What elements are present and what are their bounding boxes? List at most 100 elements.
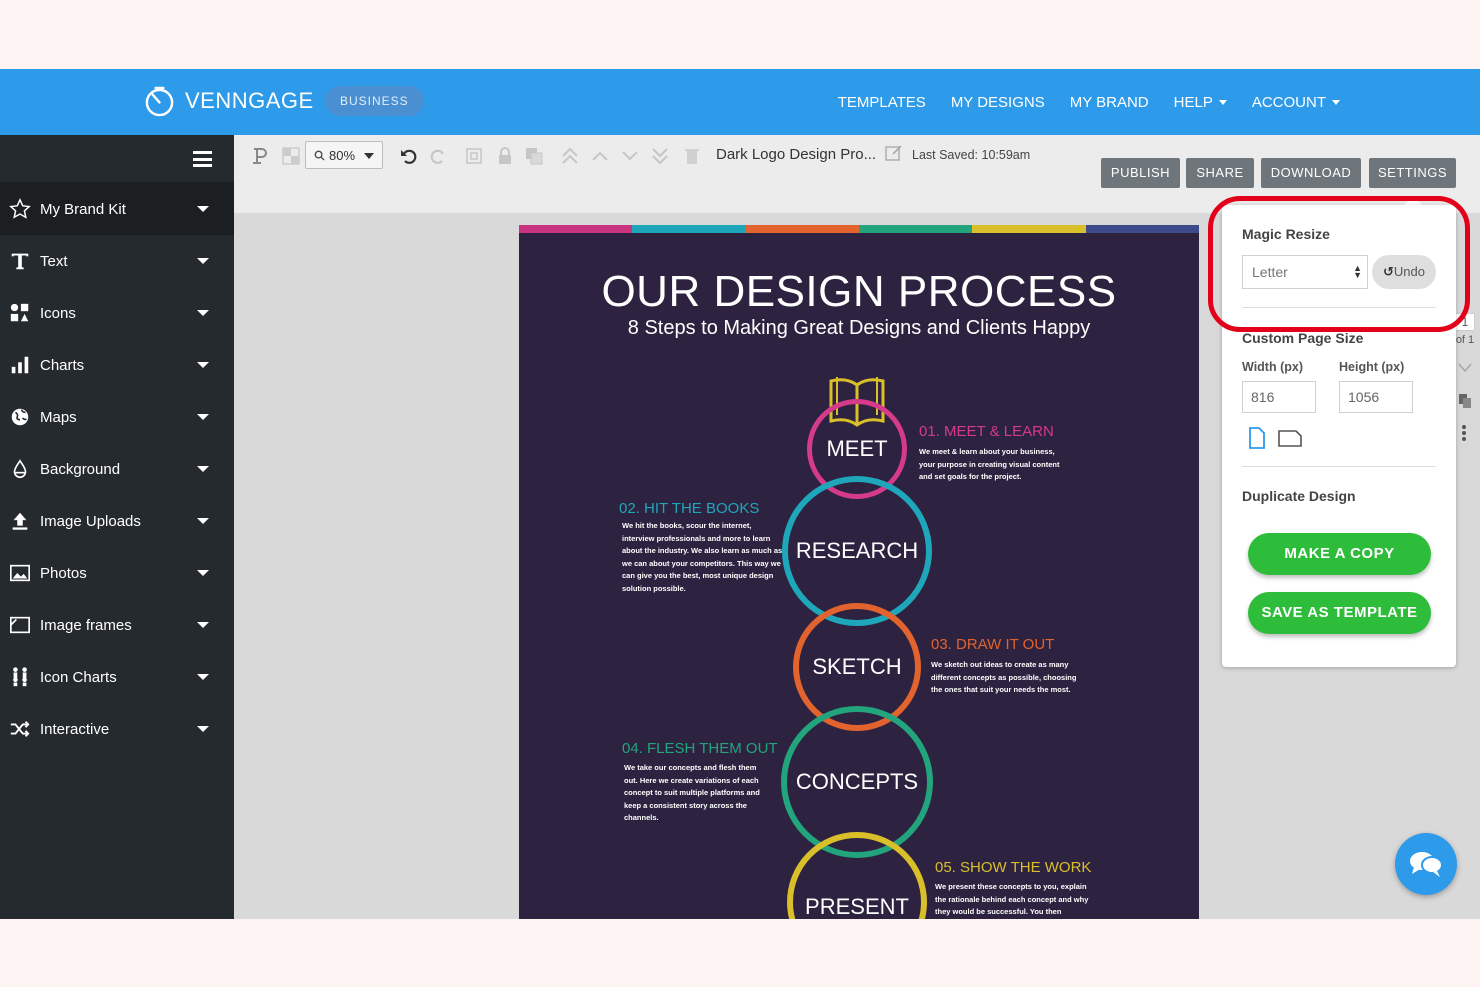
sidebar-item-text[interactable]: Text: [0, 235, 234, 287]
step-word: PRESENT: [805, 894, 909, 919]
crop-icon[interactable]: [463, 145, 485, 167]
document-title[interactable]: Dark Logo Design Pro...: [716, 146, 876, 163]
sidebar-item-icon-charts[interactable]: Icon Charts: [0, 651, 234, 703]
chevron-down-icon: [197, 362, 209, 368]
custom-page-size-label: Custom Page Size: [1242, 330, 1364, 346]
step-text-line: they would be successful. You then: [935, 907, 1062, 916]
stripe-segment: [745, 225, 859, 233]
step-description[interactable]: We hit the books, scour the internet, in…: [622, 520, 782, 595]
paint-drop-icon: [9, 458, 31, 480]
duplicate-design-label: Duplicate Design: [1242, 488, 1356, 504]
chevron-down-icon: [1218, 100, 1227, 106]
step-text-line: interview professionals and more to lear…: [622, 533, 771, 543]
stripe-segment: [858, 225, 973, 233]
step-text-line: and set goals for the project.: [919, 472, 1022, 481]
sidebar-item-my-brand-kit[interactable]: My Brand Kit: [0, 183, 234, 235]
send-to-back-icon[interactable]: [649, 145, 671, 167]
plan-badge: BUSINESS: [325, 86, 424, 116]
edit-title-icon[interactable]: [883, 142, 905, 164]
undo-icon[interactable]: [398, 145, 420, 167]
step-text-line: your purpose in creating visual content: [919, 459, 1060, 469]
venngage-logo-icon[interactable]: [144, 86, 175, 117]
sidebar-item-icons[interactable]: Icons: [0, 287, 234, 339]
paragraph-icon[interactable]: [249, 145, 271, 167]
nav-help[interactable]: HELP: [1174, 94, 1227, 111]
sidebar-item-image-uploads[interactable]: Image Uploads: [0, 495, 234, 547]
step-text-line: the rationale behind each concept and wh…: [935, 894, 1089, 904]
step-word: MEET: [826, 436, 888, 461]
portrait-orientation-icon[interactable]: [1248, 427, 1266, 449]
page-duplicate-icon[interactable]: [1458, 393, 1472, 409]
step-circle-present[interactable]: PRESENT: [787, 832, 927, 919]
chevron-down-icon: [197, 206, 209, 212]
step-text-line: We meet & learn about your business,: [919, 447, 1055, 456]
sidebar-item-label: Image Uploads: [40, 512, 141, 530]
step-text-line: can give you the best, most unique desig…: [622, 571, 774, 580]
settings-button[interactable]: SETTINGS: [1369, 158, 1456, 188]
sidebar-item-label: Charts: [40, 356, 85, 374]
step-description[interactable]: We present these concepts to you, explai…: [935, 881, 1088, 919]
stripe-segment: [519, 225, 633, 233]
hamburger-menu-icon[interactable]: [193, 151, 212, 167]
design-canvas[interactable]: OUR DESIGN PROCESS 8 Steps to Making Gre…: [519, 225, 1199, 919]
nav-help-label: HELP: [1173, 93, 1213, 111]
photo-icon: [9, 562, 31, 584]
step-heading[interactable]: 04. FLESH THEM OUT: [622, 740, 778, 757]
make-a-copy-button[interactable]: MAKE A COPY: [1248, 533, 1431, 575]
sidebar-item-background[interactable]: Background: [0, 443, 234, 495]
trash-icon[interactable]: [681, 145, 703, 167]
text-icon: [9, 250, 31, 272]
step-text-line: about the industry. We also learn as muc…: [622, 546, 783, 555]
sidebar-item-label: Text: [40, 252, 68, 270]
step-text-line: solution possible.: [622, 583, 686, 593]
sidebar-item-interactive[interactable]: Interactive: [0, 703, 234, 755]
brand-name[interactable]: VENNGAGE: [185, 88, 314, 114]
step-heading[interactable]: 03. DRAW IT OUT: [931, 636, 1054, 653]
step-heading[interactable]: 01. MEET & LEARN: [919, 423, 1054, 440]
step-heading[interactable]: 02. HIT THE BOOKS: [619, 500, 759, 517]
more-options-icon[interactable]: [1460, 424, 1468, 442]
sidebar-item-image-frames[interactable]: Image frames: [0, 599, 234, 651]
move-backward-icon[interactable]: [619, 145, 641, 167]
sidebar-item-label: Maps: [40, 408, 77, 426]
publish-button[interactable]: PUBLISH: [1101, 158, 1180, 188]
step-description[interactable]: We take our concepts and flesh them out.…: [624, 762, 760, 825]
sidebar-item-charts[interactable]: Charts: [0, 339, 234, 391]
stripe-segment: [972, 225, 1086, 233]
shuffle-icon: [9, 718, 31, 740]
nav-my-designs[interactable]: MY DESIGNS: [951, 94, 1045, 111]
duplicate-icon[interactable]: [523, 145, 545, 167]
step-text-line: we can about your competitors. This way …: [622, 558, 781, 568]
transparency-icon[interactable]: [280, 145, 302, 167]
download-button[interactable]: DOWNLOAD: [1261, 158, 1361, 188]
height-input[interactable]: 1056: [1339, 381, 1413, 413]
poster-title[interactable]: OUR DESIGN PROCESS: [519, 267, 1199, 317]
sidebar-item-maps[interactable]: Maps: [0, 391, 234, 443]
chevron-down-icon: [197, 466, 209, 472]
chat-bubbles-icon: [1410, 852, 1443, 877]
move-forward-icon[interactable]: [589, 145, 611, 167]
step-text-line: We take our concepts and flesh them: [624, 763, 757, 772]
page-down-arrow-icon[interactable]: [1458, 363, 1472, 373]
lock-icon[interactable]: [494, 145, 516, 167]
nav-templates[interactable]: TEMPLATES: [838, 94, 926, 111]
chat-support-button[interactable]: [1395, 833, 1457, 895]
save-as-template-button[interactable]: SAVE AS TEMPLATE: [1248, 592, 1431, 634]
nav-account[interactable]: ACCOUNT: [1252, 94, 1340, 111]
redo-icon[interactable]: [427, 145, 449, 167]
landscape-orientation-icon[interactable]: [1278, 429, 1302, 447]
step-heading[interactable]: 05. SHOW THE WORK: [935, 859, 1091, 876]
sidebar-item-label: Image frames: [40, 616, 132, 634]
poster-subtitle[interactable]: 8 Steps to Making Great Designs and Clie…: [519, 317, 1199, 340]
sidebar-item-label: My Brand Kit: [40, 200, 126, 218]
sidebar-item-photos[interactable]: Photos: [0, 547, 234, 599]
bring-to-front-icon[interactable]: [559, 145, 581, 167]
width-input[interactable]: 816: [1242, 381, 1316, 413]
left-sidebar: My Brand Kit Text Icons Charts Maps Back…: [0, 135, 234, 919]
nav-my-brand[interactable]: MY BRAND: [1070, 94, 1149, 111]
share-button[interactable]: SHARE: [1186, 158, 1254, 188]
step-description[interactable]: We meet & learn about your business, you…: [919, 446, 1059, 484]
step-text-line: channels.: [624, 813, 659, 822]
step-description[interactable]: We sketch out ideas to create as many di…: [931, 659, 1076, 697]
zoom-select[interactable]: 80%: [305, 141, 383, 169]
